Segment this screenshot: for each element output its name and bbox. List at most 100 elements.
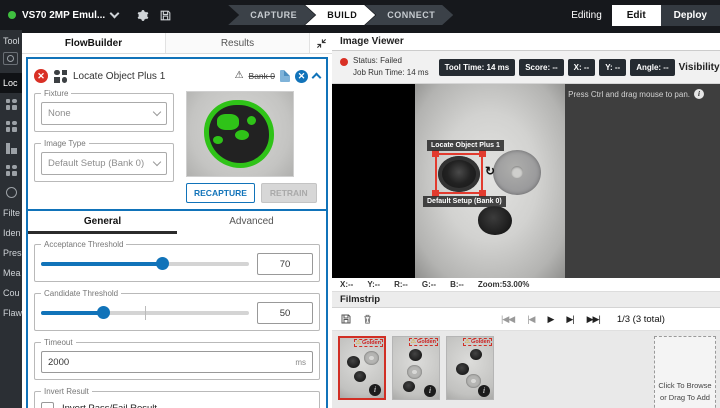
fixture-select[interactable]: None [41, 102, 167, 125]
step-connect[interactable]: CONNECT [365, 5, 453, 25]
canvas-letterbox [332, 84, 415, 278]
thumbnail-2[interactable]: ⚠Golden i [392, 336, 440, 400]
image-type-value: Default Setup (Bank 0) [48, 158, 144, 169]
golden-badge: Golden [362, 340, 381, 346]
slider-handle[interactable] [156, 257, 169, 270]
roi-box[interactable] [435, 153, 483, 194]
timeout-input[interactable] [48, 357, 295, 368]
invert-result-group: Invert Result Invert Pass/Fail Result [34, 387, 320, 408]
golden-warning-icon: ⚠ [411, 339, 416, 345]
save-job-button[interactable] [159, 9, 172, 22]
filmstrip-title: Filmstrip [332, 292, 720, 308]
status-text: Status: Failed [353, 55, 429, 67]
golden-warning-icon: ⚠ [356, 340, 361, 346]
tab-results[interactable]: Results [166, 33, 310, 53]
tool-category-presence[interactable]: Pres [0, 243, 22, 263]
hex-nut-part2 [478, 206, 512, 235]
top-bar: VS70 2MP Emul... CAPTURE BUILD CONNECT E… [0, 0, 720, 30]
circle-tool-icon[interactable] [0, 181, 22, 203]
candidate-threshold-input[interactable] [257, 302, 313, 324]
mode-label: Editing [571, 10, 602, 21]
thumbnail-3[interactable]: ⚠Golden i [446, 336, 494, 400]
thumbnail-info-icon[interactable]: i [478, 385, 490, 397]
status-failed-dot [340, 58, 348, 66]
thumbnail-1[interactable]: ⚠Golden i [338, 336, 386, 400]
roi-label: Locate Object Plus 1 [427, 140, 504, 151]
fixture-label: Fixture [41, 89, 71, 98]
play-button[interactable]: ▶ [547, 314, 553, 325]
pixel-y: Y:-- [367, 280, 380, 289]
deploy-button[interactable]: Deploy [661, 5, 720, 26]
chevron-down-icon[interactable] [110, 9, 120, 19]
viewer-canvas[interactable]: Locate Object Plus 1 Default Setup (Bank… [332, 84, 720, 278]
y-badge: Y: -- [599, 59, 626, 76]
thumbnail-info-icon[interactable]: i [369, 384, 381, 396]
browse-drop-zone[interactable]: Click To Browse or Drag To Add [654, 336, 716, 408]
save-icon [340, 313, 352, 325]
acceptance-threshold-slider[interactable] [41, 262, 249, 266]
thumbnail-info-icon[interactable]: i [424, 385, 436, 397]
tool-category-count[interactable]: Cou [0, 283, 22, 303]
copy-bank-icon[interactable] [280, 70, 290, 82]
trash-icon [362, 313, 373, 325]
timeout-unit: ms [295, 358, 306, 367]
next-image-button[interactable]: ▶| [566, 314, 573, 325]
invert-result-label: Invert Result [41, 387, 92, 396]
step-capture[interactable]: CAPTURE [228, 5, 315, 25]
device-selector[interactable]: VS70 2MP Emul... [0, 10, 126, 21]
viewer-toolbar: Status: Failed Job Run Time: 14 ms Tool … [332, 51, 720, 84]
retrain-button[interactable]: RETRAIN [261, 183, 317, 203]
tab-advanced[interactable]: Advanced [177, 211, 326, 234]
last-image-button[interactable]: ▶▶| [587, 314, 600, 325]
save-image-button[interactable] [340, 313, 352, 325]
collapse-panel-button[interactable] [310, 33, 332, 53]
pattern-tool-icon[interactable] [0, 115, 22, 137]
tools-rail: Tool Loc Filte Iden Pres Mea Cou Flaw [0, 30, 22, 408]
trained-pattern-thumbnail [186, 91, 294, 177]
first-image-button[interactable]: |◀◀ [501, 314, 514, 325]
locate-tool-icon[interactable] [0, 93, 22, 115]
tab-general[interactable]: General [28, 211, 177, 234]
invert-checkbox[interactable] [41, 402, 54, 408]
collapse-icon [316, 38, 327, 49]
tool-category-measure[interactable]: Mea [0, 263, 22, 283]
recapture-button[interactable]: RECAPTURE [186, 183, 255, 203]
pixel-status-bar: X:-- Y:-- R:-- G:-- B:-- Zoom:53.00% [332, 278, 720, 292]
tab-flowbuilder[interactable]: FlowBuilder [22, 33, 166, 53]
step-build[interactable]: BUILD [305, 5, 375, 25]
device-status-dot [8, 11, 16, 19]
acceptance-threshold-group: Acceptance Threshold [34, 240, 320, 282]
tool-category-flaw[interactable]: Flaw [0, 303, 22, 323]
camera-image: Locate Object Plus 1 Default Setup (Bank… [415, 84, 565, 278]
delete-image-button[interactable] [362, 313, 373, 325]
collapse-tool-icon[interactable] [312, 73, 322, 83]
image-type-label: Image Type [41, 139, 89, 148]
tool-search-input[interactable] [3, 52, 18, 65]
tool-category-filter[interactable]: Filte [0, 203, 22, 223]
locate-object-icon [54, 70, 67, 83]
timeout-group: Timeout ms [34, 338, 320, 380]
info-icon: i [694, 89, 704, 99]
angle-badge: Angle: -- [630, 59, 674, 76]
rotate-handle-icon[interactable]: ↻ [485, 164, 495, 178]
visibility-dropdown[interactable]: Visibility [679, 62, 720, 73]
edge-tool-icon[interactable] [0, 159, 22, 181]
acceptance-threshold-input[interactable] [257, 253, 313, 275]
filmstrip-thumbnails: ⚠Golden i ⚠Golden i ⚠Golden i C [332, 331, 720, 408]
previous-image-button[interactable]: |◀ [527, 314, 534, 325]
delete-tool-button[interactable]: ✕ [295, 70, 308, 83]
tool-category-identify[interactable]: Iden [0, 223, 22, 243]
candidate-threshold-slider[interactable] [41, 311, 249, 315]
gear-icon [136, 9, 149, 22]
timeout-label: Timeout [41, 338, 76, 347]
tool-title: Locate Object Plus 1 [73, 71, 165, 82]
settings-button[interactable] [136, 9, 149, 22]
blob-tool-icon[interactable] [0, 137, 22, 159]
tool-time-badge: Tool Time: 14 ms [439, 59, 516, 76]
pixel-g: G:-- [422, 280, 436, 289]
tool-category-locate[interactable]: Loc [0, 73, 22, 93]
fixture-value: None [48, 108, 71, 119]
image-type-select[interactable]: Default Setup (Bank 0) [41, 152, 167, 175]
slider-handle[interactable] [97, 306, 110, 319]
edit-button[interactable]: Edit [612, 5, 661, 26]
